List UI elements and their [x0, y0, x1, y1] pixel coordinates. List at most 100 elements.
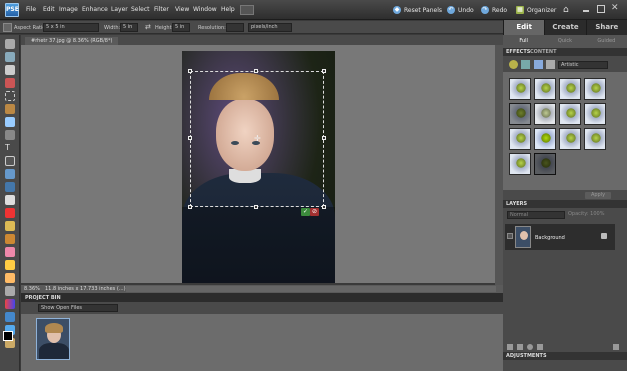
red-eye-tool-icon[interactable]	[5, 208, 15, 218]
crop-tool-icon[interactable]	[5, 156, 15, 166]
effect-thumbnail[interactable]	[509, 103, 531, 125]
home-icon[interactable]: ⌂	[563, 5, 569, 15]
content-tab[interactable]: CONTENT	[530, 49, 557, 55]
tab-create[interactable]: Create	[544, 20, 585, 35]
menu-file[interactable]: File	[26, 6, 36, 13]
organizer-button[interactable]: ▦ Organizer	[516, 5, 556, 15]
effect-thumbnail[interactable]	[559, 78, 581, 100]
healing-brush-tool-icon[interactable]	[5, 221, 15, 231]
vertical-scrollbar[interactable]	[495, 45, 503, 285]
layer-styles-icon[interactable]	[521, 60, 530, 69]
maximize-icon[interactable]	[597, 5, 605, 13]
width-field[interactable]: 5 in	[120, 23, 138, 32]
cookie-cutter-tool-icon[interactable]	[5, 182, 15, 192]
mask-icon[interactable]	[537, 344, 543, 350]
effect-thumbnail[interactable]	[534, 153, 556, 175]
close-icon[interactable]: ✕	[611, 3, 619, 13]
crop-handle[interactable]	[188, 205, 192, 209]
apply-button[interactable]: Apply	[585, 192, 611, 199]
new-layer-icon[interactable]	[507, 344, 513, 350]
effect-thumbnail[interactable]	[509, 78, 531, 100]
menu-help[interactable]: Help	[221, 6, 235, 13]
straighten-tool-icon[interactable]	[5, 195, 15, 205]
layer-name[interactable]: Background	[535, 235, 565, 241]
menu-filter[interactable]: Filter	[154, 6, 169, 13]
minimize-icon[interactable]	[583, 10, 589, 12]
tab-share[interactable]: Share	[585, 20, 627, 35]
resolution-field[interactable]	[226, 23, 244, 32]
lock-icon[interactable]	[601, 233, 607, 239]
tab-edit[interactable]: Edit	[503, 20, 545, 35]
crop-handle[interactable]	[254, 69, 258, 73]
commit-crop-button[interactable]: ✓	[301, 208, 310, 216]
effect-thumbnail[interactable]	[534, 128, 556, 150]
recompose-tool-icon[interactable]	[5, 169, 15, 179]
adjustment-layer-icon[interactable]	[527, 344, 533, 350]
menu-view[interactable]: View	[175, 6, 189, 13]
swap-icon[interactable]: ⇄	[145, 23, 151, 31]
type-tool-icon[interactable]: T	[5, 143, 15, 153]
effect-thumbnail[interactable]	[534, 78, 556, 100]
subtab-guided[interactable]: Guided	[586, 35, 627, 48]
effect-thumbnail[interactable]	[584, 128, 606, 150]
selection-brush-tool-icon[interactable]	[5, 130, 15, 140]
crop-handle[interactable]	[322, 136, 326, 140]
lasso-tool-icon[interactable]	[5, 104, 15, 114]
subtab-quick[interactable]: Quick	[544, 35, 585, 48]
bin-thumbnail[interactable]	[36, 318, 70, 360]
shape-tool-icon[interactable]	[5, 312, 15, 322]
document-tab[interactable]: #rhetr 37.jpg @ 8.36% (RGB/8*)	[25, 37, 119, 45]
redo-button[interactable]: ↷ Redo	[481, 5, 507, 15]
smart-brush-tool-icon[interactable]	[5, 273, 15, 283]
blend-mode-select[interactable]: Normal	[507, 211, 565, 219]
new-group-icon[interactable]	[517, 344, 523, 350]
menu-layer[interactable]: Layer	[111, 6, 128, 13]
height-field[interactable]: 5 in	[172, 23, 190, 32]
project-bin-header[interactable]: PROJECT BIN	[21, 293, 503, 302]
effect-thumbnail[interactable]	[509, 128, 531, 150]
magic-wand-tool-icon[interactable]	[5, 117, 15, 127]
visibility-icon[interactable]	[507, 233, 513, 239]
resolution-unit-select[interactable]: pixels/inch	[248, 23, 292, 32]
horizontal-scrollbar[interactable]	[126, 286, 496, 292]
filters-icon[interactable]	[509, 60, 518, 69]
menu-select[interactable]: Select	[131, 6, 150, 13]
hand-tool-icon[interactable]	[5, 65, 15, 75]
menu-window[interactable]: Window	[193, 6, 217, 13]
crop-tool-preset-icon[interactable]	[3, 23, 12, 32]
crop-handle[interactable]	[254, 205, 258, 209]
gradient-tool-icon[interactable]	[5, 299, 15, 309]
foreground-color-swatch[interactable]	[3, 331, 13, 341]
effect-thumbnail[interactable]	[509, 153, 531, 175]
crop-handle[interactable]	[322, 205, 326, 209]
effect-thumbnail[interactable]	[534, 103, 556, 125]
paint-bucket-tool-icon[interactable]	[5, 286, 15, 296]
effect-thumbnail[interactable]	[559, 103, 581, 125]
delete-layer-icon[interactable]	[613, 344, 619, 350]
marquee-tool-icon[interactable]	[5, 91, 15, 101]
reset-panels-button[interactable]: ◆ Reset Panels	[393, 5, 442, 15]
photo-effects-icon[interactable]	[534, 60, 543, 69]
effects-tab[interactable]: EFFECTS	[506, 49, 530, 55]
zoom-tool-icon[interactable]	[5, 52, 15, 62]
effects-category-select[interactable]: Artistic	[558, 61, 608, 69]
menu-enhance[interactable]: Enhance	[82, 6, 108, 13]
brush-tool-icon[interactable]	[5, 260, 15, 270]
zoom-level[interactable]: 8.36%	[24, 286, 40, 292]
move-tool-icon[interactable]	[5, 39, 15, 49]
crop-handle[interactable]	[188, 69, 192, 73]
effect-thumbnail[interactable]	[584, 103, 606, 125]
workspace-icon[interactable]	[240, 5, 254, 15]
subtab-full[interactable]: Full	[503, 35, 544, 48]
clone-stamp-tool-icon[interactable]	[5, 234, 15, 244]
eyedropper-tool-icon[interactable]	[5, 78, 15, 88]
menu-edit[interactable]: Edit	[43, 6, 55, 13]
menu-image[interactable]: Image	[59, 6, 78, 13]
crop-handle[interactable]	[322, 69, 326, 73]
aspect-ratio-select[interactable]: 5 x 5 in	[43, 23, 99, 32]
adjustments-panel-header[interactable]: ADJUSTMENTS	[503, 352, 627, 360]
opacity-value[interactable]: 100%	[590, 211, 604, 217]
opacity-control[interactable]: Opacity: 100%	[568, 211, 604, 217]
eraser-tool-icon[interactable]	[5, 247, 15, 257]
effect-thumbnail[interactable]	[559, 128, 581, 150]
